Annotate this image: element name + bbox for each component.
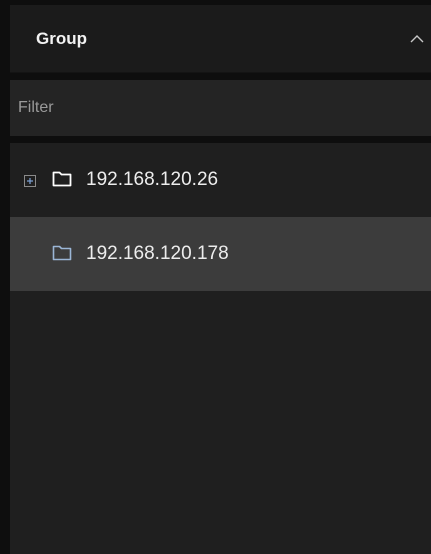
- tree-node-192-168-120-178[interactable]: 192.168.120.178: [10, 217, 431, 291]
- group-panel-title: Group: [36, 29, 87, 48]
- group-tree: 192.168.120.26 192.168.120.178: [10, 143, 431, 554]
- group-panel: Group 192.168.120.26: [0, 0, 431, 554]
- tree-node-label: 192.168.120.178: [86, 243, 229, 264]
- folder-icon: [52, 170, 72, 188]
- expand-plus-icon[interactable]: [24, 174, 36, 187]
- filter-row: [10, 80, 431, 136]
- filter-input[interactable]: [18, 90, 423, 126]
- folder-icon: [52, 244, 72, 262]
- tree-node-label: 192.168.120.26: [86, 169, 219, 190]
- chevron-up-icon[interactable]: [409, 31, 425, 47]
- group-panel-header[interactable]: Group: [10, 5, 431, 73]
- tree-node-192-168-120-26[interactable]: 192.168.120.26: [10, 143, 431, 217]
